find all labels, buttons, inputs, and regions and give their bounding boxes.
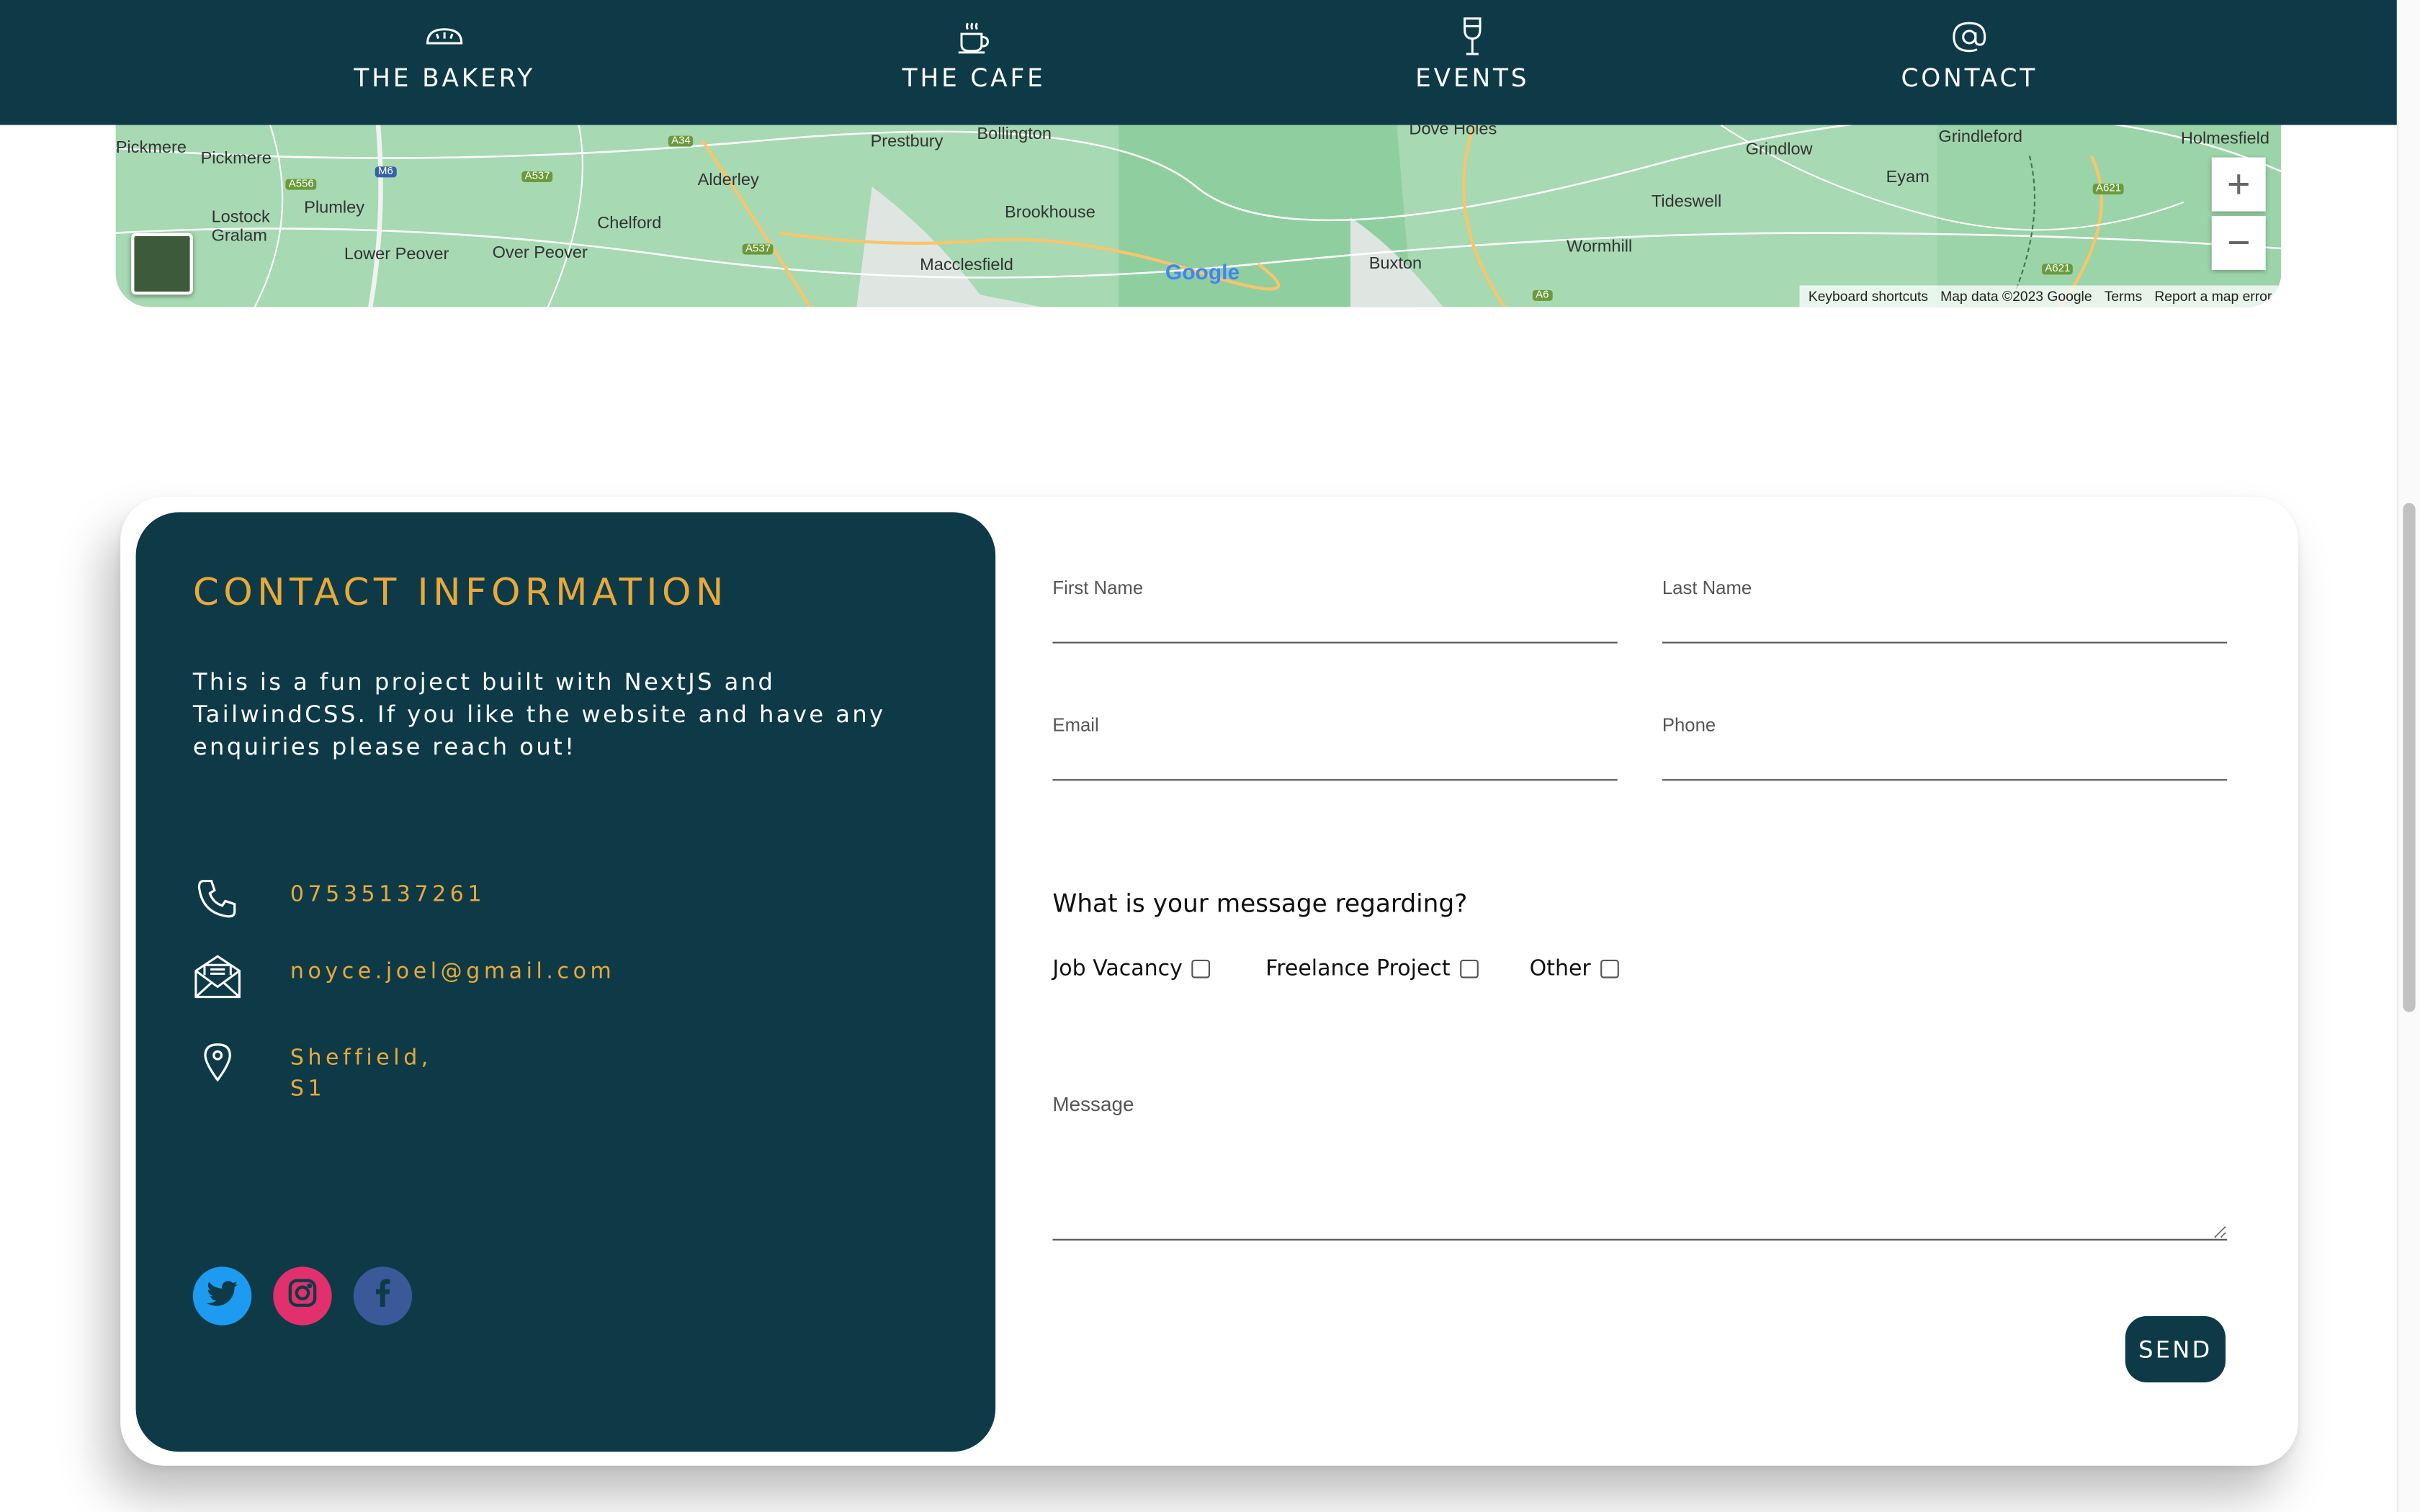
last-name-input[interactable]: [1662, 605, 2228, 644]
other-label: Other: [1529, 956, 1591, 981]
scrollbar-thumb[interactable]: [2403, 503, 2416, 1012]
nav-label: CONTACT: [1901, 63, 2038, 93]
map-road-label: A6: [1532, 289, 1552, 301]
zoom-in-button[interactable]: +: [2211, 157, 2266, 212]
map-town-label: Macclesfield: [920, 256, 1013, 275]
contact-info-title: CONTACT INFORMATION: [192, 570, 728, 614]
map-road-label: A556: [285, 179, 318, 190]
map-town-label: Eyam: [1886, 168, 1930, 187]
map-town-label: Brookhouse: [1005, 203, 1095, 222]
map-town-label: Tideswell: [1651, 192, 1722, 212]
first-name-label: First Name: [1052, 577, 1144, 599]
email-input[interactable]: [1052, 742, 1618, 781]
map-town-label: Over Peover: [492, 243, 588, 263]
address-row: Sheffield, S1: [193, 1041, 428, 1102]
map-town-label: Holmesfield: [2180, 130, 2270, 148]
message-label: Message: [1052, 1092, 1134, 1116]
map-town-label: Buxton: [1368, 254, 1422, 274]
other-option[interactable]: Other: [1530, 957, 1619, 981]
at-sign-icon: [1953, 17, 1986, 58]
report-map-error-link[interactable]: Report a map error: [2154, 289, 2272, 304]
map-town-label: Wormhill: [1567, 238, 1633, 256]
address-text: Sheffield, S1: [290, 1045, 432, 1102]
map-town-label: Bollington: [977, 125, 1052, 144]
map-town-label: Lostock Gralam: [211, 208, 270, 246]
message-regarding-question: What is your message regarding?: [1052, 888, 1468, 918]
nav-item-contact[interactable]: CONTACT: [1877, 0, 2062, 125]
map-town-label: Dove Holes: [1409, 125, 1497, 139]
job-vacancy-option[interactable]: Job Vacancy: [1052, 956, 1211, 981]
freelance-project-checkbox[interactable]: [1459, 959, 1479, 978]
email-row: noyce.joel@gmail.com: [193, 952, 611, 1002]
freelance-project-label: Freelance Project: [1265, 956, 1451, 981]
top-navigation: THE BAKERY THE CAFE EVENTS CONTACT: [0, 0, 2398, 125]
phone-input[interactable]: [1662, 742, 2228, 781]
nav-label: EVENTS: [1415, 63, 1530, 93]
location-pin-icon: [193, 1041, 243, 1082]
map-data-text: Map data ©2023 Google: [1940, 288, 2092, 305]
message-field: Message: [1052, 1092, 2228, 1241]
phone-row: 07535137261: [193, 876, 482, 919]
phone-label: Phone: [1662, 714, 1716, 737]
map-town-label: Grindleford: [1938, 127, 2023, 147]
bread-icon: [424, 17, 465, 58]
keyboard-shortcuts-link[interactable]: Keyboard shortcuts: [1809, 289, 1928, 304]
last-name-field: Last Name: [1662, 577, 2228, 644]
job-vacancy-label: Job Vacancy: [1052, 956, 1183, 981]
mail-icon: [193, 952, 243, 1002]
twitter-link[interactable]: [192, 1266, 252, 1326]
facebook-icon: [375, 1279, 390, 1313]
map-town-label: Lower Peover: [344, 245, 449, 264]
message-textarea[interactable]: [1052, 1125, 2228, 1241]
first-name-input[interactable]: [1052, 605, 1618, 644]
nav-label: THE CAFE: [902, 63, 1046, 93]
job-vacancy-checkbox[interactable]: [1191, 959, 1211, 978]
facebook-link[interactable]: [353, 1266, 413, 1326]
map-town-label: Alderley: [697, 171, 759, 190]
nav-item-bakery[interactable]: THE BAKERY: [336, 0, 552, 125]
map-town-label: Grindlow: [1745, 140, 1813, 159]
send-button[interactable]: SEND: [2125, 1315, 2226, 1382]
coffee-cup-icon: [955, 17, 992, 58]
page-scrollbar[interactable]: [2396, 0, 2420, 1512]
map-town-label: Plumley: [304, 199, 364, 218]
nav-label: THE BAKERY: [354, 63, 535, 93]
map-road-label: A537: [742, 243, 774, 255]
map-road-label: A621: [2092, 183, 2125, 194]
google-logo-text: Google: [1165, 259, 1240, 284]
map-road-label: M6: [375, 166, 397, 178]
email-address[interactable]: noyce.joel@gmail.com: [290, 957, 615, 988]
zoom-out-button[interactable]: −: [2211, 216, 2266, 270]
map-road-label: A621: [2042, 264, 2074, 275]
wine-glass-icon: [1460, 17, 1484, 58]
last-name-label: Last Name: [1662, 577, 1752, 599]
phone-icon: [193, 876, 243, 919]
map-town-label: Prestbury: [870, 132, 944, 151]
freelance-project-option[interactable]: Freelance Project: [1265, 956, 1479, 981]
map-road-label: A34: [668, 135, 694, 147]
map-attribution: Keyboard shortcuts Map data ©2023 Google…: [1798, 285, 2282, 307]
email-field: Email: [1052, 714, 1618, 781]
map-road-label: A537: [521, 171, 553, 182]
phone-number[interactable]: 07535137261: [290, 879, 485, 910]
contact-info-description: This is a fun project built with NextJS …: [192, 667, 886, 761]
nav-item-cafe[interactable]: THE CAFE: [882, 0, 1067, 125]
map-town-label: Pickmere: [200, 149, 272, 168]
map-layer-toggle[interactable]: [131, 233, 193, 295]
google-map[interactable]: Pickmere Pickmere Lostock Gralam Plumley…: [115, 125, 2282, 307]
map-town-label: Pickmere: [115, 138, 187, 158]
nav-item-events[interactable]: EVENTS: [1395, 0, 1549, 125]
terms-link[interactable]: Terms: [2105, 289, 2143, 304]
contact-info-panel: CONTACT INFORMATION This is a fun projec…: [135, 512, 996, 1452]
twitter-icon: [207, 1280, 238, 1313]
phone-field: Phone: [1662, 714, 2228, 781]
other-checkbox[interactable]: [1600, 959, 1619, 978]
instagram-icon: [287, 1277, 318, 1314]
first-name-field: First Name: [1052, 577, 1618, 644]
google-logo: Google: [1165, 259, 1240, 284]
map-town-label: Chelford: [597, 214, 662, 233]
email-label: Email: [1052, 714, 1099, 737]
instagram-link[interactable]: [273, 1266, 332, 1326]
